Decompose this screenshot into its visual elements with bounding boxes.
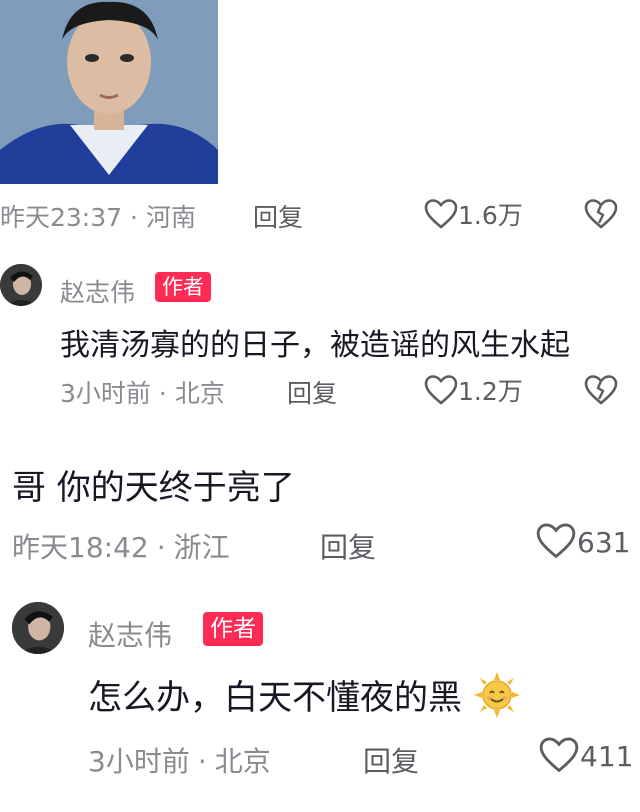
separator: · [156, 531, 166, 564]
comment-location: 北京 [214, 745, 271, 778]
separator: · [130, 203, 138, 232]
comment-location: 浙江 [173, 531, 230, 564]
heart-outline-icon [424, 374, 458, 406]
like-button[interactable]: 1.2万 [424, 372, 523, 408]
comment-location: 河南 [146, 203, 197, 232]
like-count: 631 [577, 526, 631, 559]
like-count: 1.6万 [458, 201, 523, 230]
author-badge: 作者 [155, 272, 211, 302]
like-count: 1.2万 [458, 377, 523, 406]
broken-heart-icon [584, 374, 618, 410]
comment-text: 我清汤寡的的日子，被造谣的风生水起 [60, 328, 570, 363]
dislike-button[interactable] [584, 374, 618, 410]
heart-outline-icon [424, 198, 458, 230]
comment-text-body: 怎么办，白天不懂夜的黑 [88, 678, 462, 718]
comment-meta: 3小时前 · 北京 [88, 740, 271, 780]
avatar[interactable] [0, 264, 42, 306]
comment-text: 怎么办，白天不懂夜的黑 [88, 670, 521, 728]
separator: · [158, 379, 167, 408]
reply-button[interactable]: 回复 [363, 740, 419, 780]
author-name[interactable]: 赵志伟 [88, 614, 172, 654]
comment-time: 3小时前 [60, 379, 151, 408]
heart-outline-icon [535, 522, 577, 560]
reply-button[interactable]: 回复 [253, 198, 303, 234]
sun-emoji-icon [473, 671, 521, 728]
reply-button[interactable]: 回复 [287, 374, 337, 410]
like-button[interactable]: 1.6万 [424, 196, 523, 232]
comment-time: 昨天18:42 [12, 531, 149, 564]
comment-meta: 3小时前 · 北京 [60, 374, 225, 410]
comment-location: 北京 [174, 379, 225, 408]
author-badge: 作者 [203, 612, 263, 646]
like-button[interactable]: 411 [538, 736, 633, 774]
comment-image[interactable] [0, 0, 218, 184]
avatar[interactable] [12, 602, 64, 654]
comment-time: 3小时前 [88, 745, 190, 778]
comment-text: 哥 你的天终于亮了 [12, 468, 295, 508]
like-button[interactable]: 631 [535, 522, 630, 560]
broken-heart-icon [584, 198, 618, 234]
heart-outline-icon [538, 736, 580, 774]
comment-time: 昨天23:37 [0, 203, 123, 232]
comment-meta: 昨天18:42 · 浙江 [12, 526, 230, 566]
dislike-button[interactable] [584, 198, 618, 234]
like-count: 411 [580, 740, 634, 773]
separator: · [197, 745, 207, 778]
author-name[interactable]: 赵志伟 [60, 273, 135, 309]
comment-meta: 昨天23:37 · 河南 [0, 198, 196, 234]
reply-button[interactable]: 回复 [320, 526, 376, 566]
